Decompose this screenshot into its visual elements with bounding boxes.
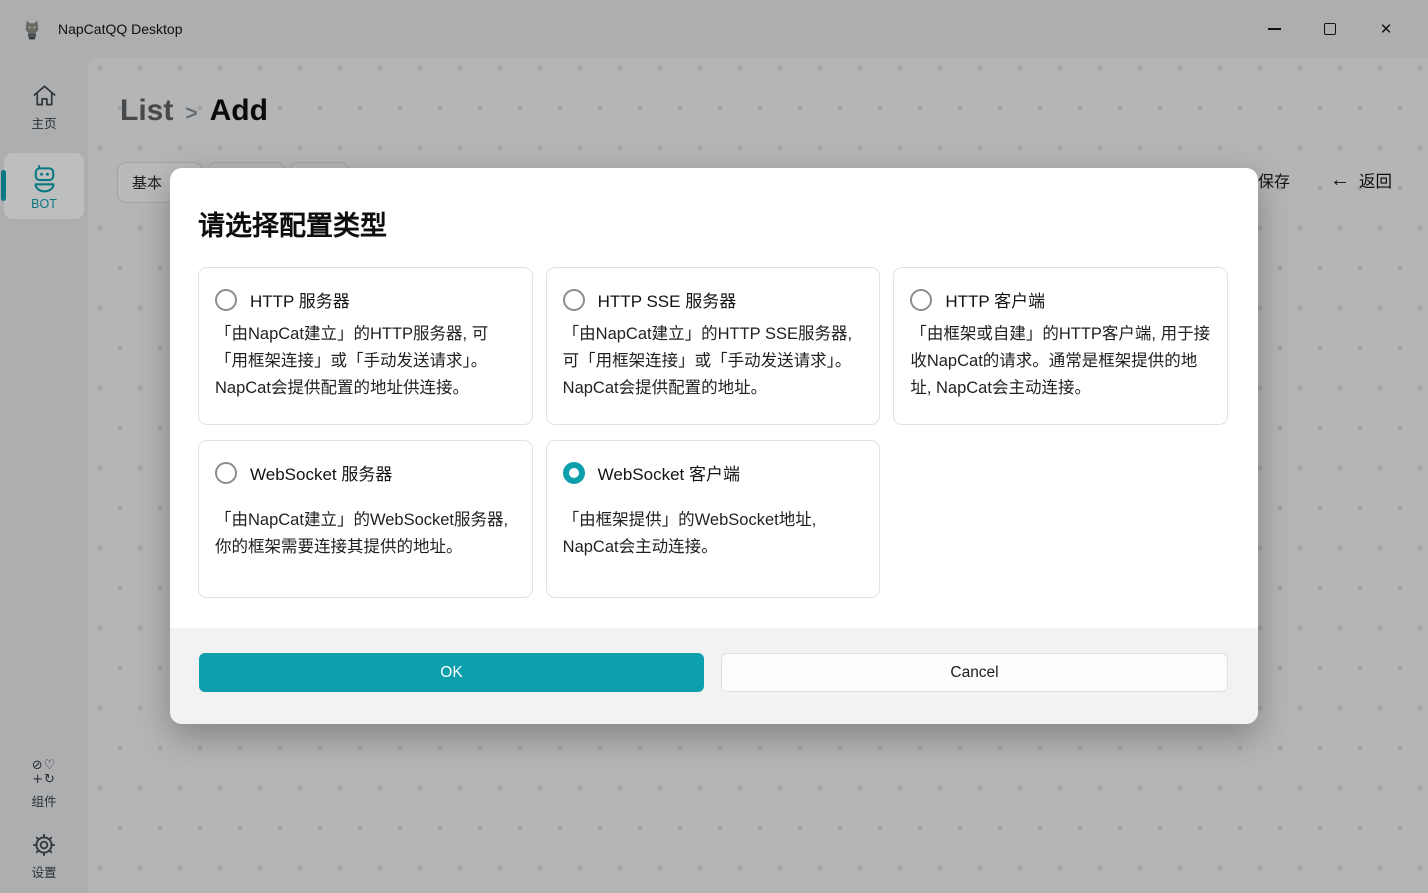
radio-unchecked-icon[interactable] xyxy=(910,289,932,311)
option-http-sse-server[interactable]: HTTP SSE 服务器 「由NapCat建立」的HTTP SSE服务器, 可「… xyxy=(546,267,881,425)
option-description: 「由NapCat建立」的HTTP服务器, 可「用框架连接」或「手动发送请求」。N… xyxy=(215,321,516,402)
option-label: WebSocket 服务器 xyxy=(250,460,392,485)
option-label: HTTP SSE 服务器 xyxy=(598,287,737,312)
cancel-button[interactable]: Cancel xyxy=(721,653,1228,692)
option-http-client[interactable]: HTTP 客户端 「由框架或自建」的HTTP客户端, 用于接收NapCat的请求… xyxy=(893,267,1228,425)
option-description: 「由NapCat建立」的HTTP SSE服务器, 可「用框架连接」或「手动发送请… xyxy=(563,321,864,402)
radio-unchecked-icon[interactable] xyxy=(215,289,237,311)
dialog-footer: OK Cancel xyxy=(170,628,1258,724)
config-type-options: HTTP 服务器 「由NapCat建立」的HTTP服务器, 可「用框架连接」或「… xyxy=(198,267,1228,598)
radio-checked-icon[interactable] xyxy=(563,462,585,484)
option-http-server[interactable]: HTTP 服务器 「由NapCat建立」的HTTP服务器, 可「用框架连接」或「… xyxy=(198,267,533,425)
option-websocket-server[interactable]: WebSocket 服务器 「由NapCat建立」的WebSocket服务器, … xyxy=(198,440,533,598)
option-description: 「由框架或自建」的HTTP客户端, 用于接收NapCat的请求。通常是框架提供的… xyxy=(910,321,1211,402)
option-label: HTTP 客户端 xyxy=(945,287,1045,312)
ok-button[interactable]: OK xyxy=(199,653,704,692)
option-websocket-client[interactable]: WebSocket 客户端 「由框架提供」的WebSocket地址, NapCa… xyxy=(546,440,881,598)
radio-unchecked-icon[interactable] xyxy=(563,289,585,311)
option-label: WebSocket 客户端 xyxy=(598,460,740,485)
dialog-body: 请选择配置类型 HTTP 服务器 「由NapCat建立」的HTTP服务器, 可「… xyxy=(170,168,1258,628)
dialog-title: 请选择配置类型 xyxy=(198,204,1228,243)
option-description: 「由NapCat建立」的WebSocket服务器, 你的框架需要连接其提供的地址… xyxy=(215,507,516,561)
option-description: 「由框架提供」的WebSocket地址, NapCat会主动连接。 xyxy=(563,507,864,561)
option-label: HTTP 服务器 xyxy=(250,287,350,312)
config-type-dialog: 请选择配置类型 HTTP 服务器 「由NapCat建立」的HTTP服务器, 可「… xyxy=(170,168,1258,724)
radio-unchecked-icon[interactable] xyxy=(215,462,237,484)
